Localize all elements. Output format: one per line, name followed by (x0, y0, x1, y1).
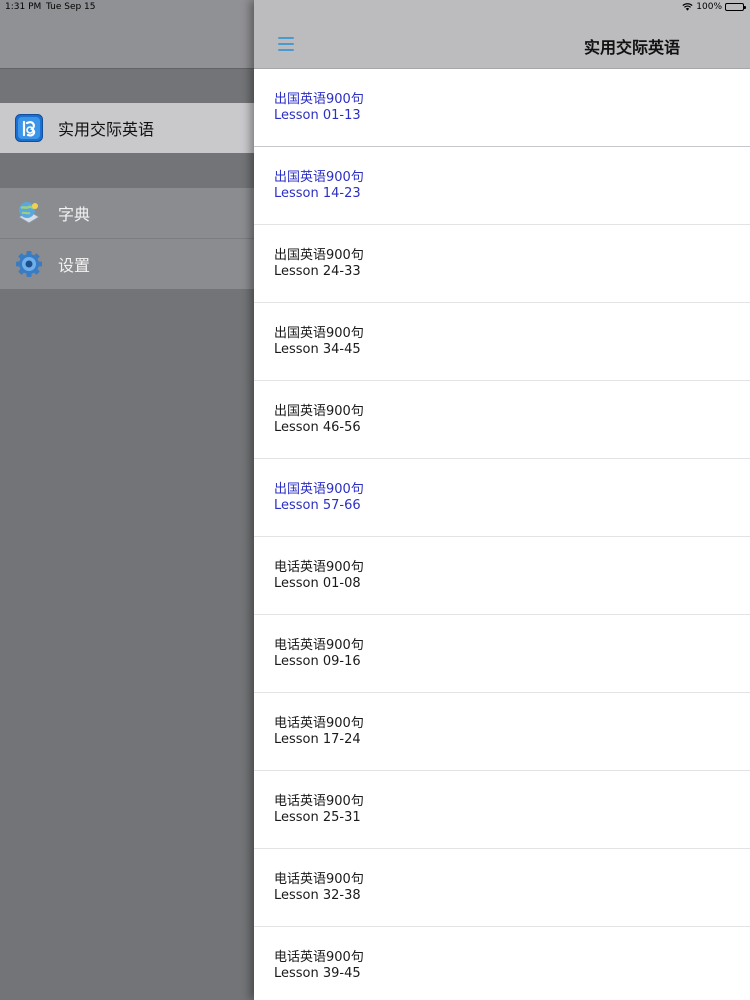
lesson-range: Lesson 57-66 (274, 497, 361, 513)
battery-icon (725, 3, 746, 11)
lesson-range: Lesson 34-45 (274, 341, 361, 357)
sidebar-item-settings[interactable]: 设置 (0, 238, 254, 288)
list-item[interactable]: 出国英语900句 Lesson 24-33 (254, 225, 750, 303)
lesson-title: 出国英语900句 (274, 91, 364, 107)
list-item[interactable]: 出国英语900句 Lesson 34-45 (254, 303, 750, 381)
wifi-icon (682, 3, 693, 11)
list-item[interactable]: 电话英语900句 Lesson 39-45 (254, 927, 750, 1000)
lesson-title: 电话英语900句 (274, 715, 364, 731)
lesson-range: Lesson 46-56 (274, 419, 361, 435)
lesson-title: 出国英语900句 (274, 403, 364, 419)
lesson-range: Lesson 24-33 (274, 263, 361, 279)
list-item[interactable]: 出国英语900句 Lesson 46-56 (254, 381, 750, 459)
sidebar-item-dictionary[interactable]: 字典 (0, 188, 254, 238)
list-item[interactable]: 出国英语900句 Lesson 01-13 (254, 69, 750, 147)
app-logo-icon (14, 113, 44, 143)
lesson-title: 电话英语900句 (274, 793, 364, 809)
list-item[interactable]: 出国英语900句 Lesson 14-23 (254, 147, 750, 225)
lesson-title: 电话英语900句 (274, 949, 364, 965)
lesson-list: 出国英语900句 Lesson 01-13 出国英语900句 Lesson 14-23… (254, 69, 750, 1000)
list-item[interactable]: 电话英语900句 Lesson 17-24 (254, 693, 750, 771)
list-item[interactable]: 电话英语900句 Lesson 32-38 (254, 849, 750, 927)
status-date: Tue Sep 15 (46, 2, 96, 12)
hamburger-menu-icon[interactable] (278, 37, 294, 51)
sidebar-item-label: 设置 (58, 255, 91, 275)
lesson-title: 出国英语900句 (274, 247, 364, 263)
lesson-title: 电话英语900句 (274, 559, 364, 575)
lesson-range: Lesson 14-23 (274, 185, 361, 201)
lesson-title: 电话英语900句 (274, 637, 364, 653)
gear-icon (14, 249, 44, 279)
lesson-range: Lesson 17-24 (274, 731, 361, 747)
lesson-range: Lesson 01-13 (274, 107, 361, 123)
lesson-title: 出国英语900句 (274, 481, 364, 497)
list-item[interactable]: 电话英语900句 Lesson 01-08 (254, 537, 750, 615)
lesson-range: Lesson 32-38 (274, 887, 361, 903)
lesson-range: Lesson 01-08 (274, 575, 361, 591)
lesson-range: Lesson 09-16 (274, 653, 361, 669)
list-item[interactable]: 电话英语900句 Lesson 25-31 (254, 771, 750, 849)
battery-percentage: 100% (696, 2, 722, 12)
sidebar-group: 字典 设置 (0, 188, 254, 289)
page-title: 实用交际英语 (583, 38, 680, 57)
status-bar: 1:31 PM Tue Sep 15 100% (0, 0, 750, 14)
sidebar-item-label: 字典 (58, 205, 91, 224)
lesson-title: 电话英语900句 (274, 871, 364, 887)
sidebar-item-practical-english[interactable]: 实用交际英语 (0, 103, 254, 153)
sidebar: 实用交际英语 字典 设置 (0, 0, 254, 1000)
list-item[interactable]: 出国英语900句 Lesson 57-66 (254, 459, 750, 537)
lesson-range: Lesson 25-31 (274, 809, 361, 825)
lesson-range: Lesson 39-45 (274, 965, 361, 981)
list-item[interactable]: 电话英语900句 Lesson 09-16 (254, 615, 750, 693)
status-time: 1:31 PM (5, 2, 42, 12)
lesson-title: 出国英语900句 (274, 169, 364, 185)
status-indicators: 100% (682, 2, 746, 12)
sidebar-item-label: 实用交际英语 (58, 120, 155, 139)
main-panel: 实用交际英语 出国英语900句 Lesson 01-13 出国英语900句 Lesso… (254, 0, 750, 1000)
dictionary-icon (14, 198, 44, 228)
lesson-title: 出国英语900句 (274, 325, 364, 341)
